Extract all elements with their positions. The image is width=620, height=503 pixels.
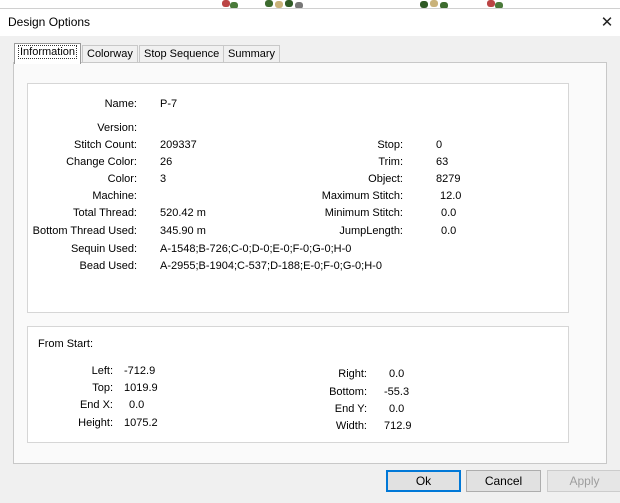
color-label: Color: — [107, 173, 137, 185]
cancel-button[interactable]: Cancel — [466, 470, 541, 492]
design-info-group: Name: P-7 Version: Stitch Count: 209337 … — [27, 83, 569, 313]
object-value: 8279 — [436, 173, 461, 185]
tab-information[interactable]: Information — [14, 43, 82, 64]
name-value: P-7 — [160, 98, 178, 110]
end-y-value: 0.0 — [389, 403, 405, 415]
close-icon[interactable]: ✕ — [594, 11, 620, 35]
maximum-stitch-value: 12.0 — [440, 190, 462, 202]
width-label: Width: — [335, 420, 367, 432]
from-start-group: From Start: Left: -712.9 Top: 1019.9 End… — [27, 326, 569, 443]
minimum-stitch-label: Minimum Stitch: — [324, 207, 403, 219]
trim-value: 63 — [436, 156, 449, 168]
color-value: 3 — [160, 173, 167, 185]
apply-button[interactable]: Apply — [547, 470, 620, 492]
tab-stop-sequence[interactable]: Stop Sequence — [139, 45, 225, 63]
bead-used-value: A-2955;B-1904;C-537;D-188;E-0;F-0;G-0;H-… — [160, 260, 382, 272]
tab-label: Information — [17, 45, 78, 59]
stop-value: 0 — [436, 139, 443, 151]
version-label: Version: — [97, 122, 137, 134]
end-x-label: End X: — [79, 399, 113, 411]
right-value: 0.0 — [389, 368, 405, 380]
jump-length-value: 0.0 — [441, 225, 457, 237]
minimum-stitch-value: 0.0 — [441, 207, 457, 219]
jump-length-label: JumpLength: — [339, 225, 403, 237]
from-start-heading: From Start: — [38, 338, 94, 350]
information-panel: Name: P-7 Version: Stitch Count: 209337 … — [13, 62, 607, 464]
dialog-title: Design Options — [8, 15, 91, 29]
bottom-thread-label: Bottom Thread Used: — [32, 225, 137, 237]
design-options-dialog: Design Options ✕ Information Colorway St… — [0, 8, 620, 503]
change-color-value: 26 — [160, 156, 173, 168]
total-thread-value: 520.42 m — [160, 207, 206, 219]
tab-colorway[interactable]: Colorway — [82, 45, 138, 63]
width-value: 712.9 — [384, 420, 412, 432]
bottom-value: -55.3 — [384, 386, 410, 398]
maximum-stitch-label: Maximum Stitch: — [321, 190, 403, 202]
machine-label: Machine: — [92, 190, 137, 202]
height-label: Height: — [78, 417, 113, 429]
top-value: 1019.9 — [124, 382, 158, 394]
title-bar: Design Options ✕ — [0, 9, 620, 36]
bead-used-label: Bead Used: — [79, 260, 137, 272]
stitch-count-value: 209337 — [160, 139, 197, 151]
bottom-thread-value: 345.90 m — [160, 225, 206, 237]
change-color-label: Change Color: — [66, 156, 137, 168]
top-label: Top: — [92, 382, 113, 394]
name-label: Name: — [104, 98, 137, 110]
left-value: -712.9 — [124, 365, 156, 377]
ok-button[interactable]: Ok — [386, 470, 461, 492]
end-x-value: 0.0 — [129, 399, 145, 411]
total-thread-label: Total Thread: — [72, 207, 137, 219]
sequin-used-value: A-1548;B-726;C-0;D-0;E-0;F-0;G-0;H-0 — [160, 243, 352, 255]
trim-label: Trim: — [378, 156, 403, 168]
tab-label: Colorway — [87, 48, 133, 60]
stitch-count-label: Stitch Count: — [74, 139, 137, 151]
height-value: 1075.2 — [124, 417, 158, 429]
tab-summary[interactable]: Summary — [223, 45, 281, 63]
right-label: Right: — [338, 368, 367, 380]
tab-label: Summary — [228, 48, 276, 60]
tab-label: Stop Sequence — [144, 48, 220, 60]
left-label: Left: — [91, 365, 113, 377]
stop-label: Stop: — [377, 139, 403, 151]
sequin-used-label: Sequin Used: — [70, 243, 137, 255]
bottom-label: Bottom: — [329, 386, 367, 398]
end-y-label: End Y: — [334, 403, 367, 415]
object-label: Object: — [368, 173, 403, 185]
